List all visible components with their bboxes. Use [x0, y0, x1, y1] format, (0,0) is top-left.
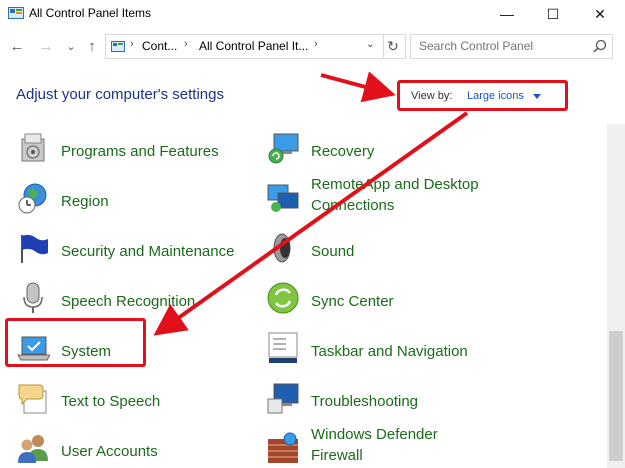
item-label: Security and Maintenance	[61, 243, 235, 260]
item-label: Sound	[311, 243, 355, 260]
view-by-annotation-box: View by: Large icons	[397, 80, 568, 111]
item-label: Speech Recognition	[61, 293, 196, 310]
search-box[interactable]	[410, 34, 613, 59]
item-label: Windows Defender Firewall	[311, 424, 438, 466]
item-region[interactable]: Region	[16, 181, 246, 221]
refresh-button[interactable]: ↻	[381, 34, 406, 59]
page-title: Adjust your computer's settings	[16, 86, 224, 103]
vertical-scrollbar[interactable]	[607, 124, 625, 468]
item-taskbar-and-navigation[interactable]: Taskbar and Navigation	[266, 331, 596, 371]
item-programs-and-features[interactable]: Programs and Features	[16, 131, 246, 171]
item-label-line1: Windows Defender	[311, 426, 438, 443]
system-annotation-box	[5, 318, 146, 367]
sync-icon	[267, 282, 299, 314]
item-label-line2: Firewall	[311, 447, 363, 464]
forward-button[interactable]: →	[37, 37, 55, 55]
control-panel-icon	[111, 41, 125, 52]
items-list: Programs and Features Region Security an…	[0, 124, 607, 468]
item-label: Programs and Features	[61, 143, 219, 160]
back-button[interactable]: ←	[8, 37, 26, 55]
breadcrumb-all-items[interactable]: All Control Panel It...	[199, 39, 308, 53]
breadcrumb-separator: ›	[130, 38, 134, 50]
search-input[interactable]	[411, 35, 594, 56]
item-recovery[interactable]: Recovery	[266, 131, 596, 171]
breadcrumb-control-panel[interactable]: Cont...	[142, 39, 177, 53]
item-sync-center[interactable]: Sync Center	[266, 281, 596, 321]
item-label: Region	[61, 193, 109, 210]
item-windows-defender-firewall[interactable]: Windows Defender Firewall	[266, 424, 596, 468]
item-security-and-maintenance[interactable]: Security and Maintenance	[16, 231, 246, 271]
item-user-accounts[interactable]: User Accounts	[16, 431, 246, 468]
item-text-to-speech[interactable]: Text to Speech	[16, 381, 246, 421]
recent-locations-button[interactable]: ⌄	[62, 37, 80, 55]
close-button[interactable]: ✕	[577, 0, 623, 28]
item-label: Text to Speech	[61, 393, 161, 410]
programs-features-icon	[21, 133, 45, 162]
item-label: Taskbar and Navigation	[311, 343, 468, 360]
breadcrumb-separator: ›	[184, 38, 188, 50]
item-label: Sync Center	[311, 293, 394, 310]
title-bar: All Control Panel Items — ☐ ✕	[0, 0, 625, 28]
address-field[interactable]: › Cont... › All Control Panel It... › ⌄	[105, 34, 384, 59]
speaker-icon	[273, 233, 291, 263]
item-label: User Accounts	[61, 443, 158, 460]
address-bar-row: ← → ⌄ ↑ › Cont... › All Control Panel It…	[0, 31, 625, 61]
microphone-icon	[23, 282, 43, 313]
item-label: Troubleshooting	[311, 393, 419, 410]
item-label: Recovery	[311, 143, 375, 160]
flag-icon	[21, 234, 48, 263]
up-button[interactable]: ↑	[83, 37, 101, 55]
control-panel-icon	[8, 7, 24, 19]
item-troubleshooting[interactable]: Troubleshooting	[266, 381, 596, 421]
region-globe-clock-icon	[18, 183, 47, 214]
remoteapp-icon	[267, 184, 299, 212]
item-speech-recognition[interactable]: Speech Recognition	[16, 281, 246, 321]
users-icon	[18, 435, 48, 463]
breadcrumb-separator: ›	[314, 38, 318, 50]
scrollbar-thumb[interactable]	[609, 331, 623, 461]
item-remoteapp-and-desktop-connections[interactable]: RemoteApp and Desktop Connections	[266, 174, 596, 218]
view-by-label: View by:	[411, 90, 453, 102]
item-label: RemoteApp and Desktop Connections	[311, 174, 479, 216]
item-label-line1: RemoteApp and Desktop	[311, 176, 479, 193]
taskbar-icon	[268, 332, 298, 363]
minimize-button[interactable]: —	[484, 0, 530, 28]
address-dropdown-icon[interactable]: ⌄	[366, 39, 374, 50]
maximize-button[interactable]: ☐	[530, 0, 576, 28]
item-sound[interactable]: Sound	[266, 231, 596, 271]
recovery-icon	[268, 133, 299, 164]
arrow-to-view-by	[320, 71, 396, 103]
window-title: All Control Panel Items	[29, 6, 152, 20]
chevron-down-icon[interactable]	[533, 94, 541, 99]
firewall-icon	[268, 432, 298, 463]
troubleshooting-icon	[267, 383, 299, 414]
view-by-dropdown[interactable]: Large icons	[467, 90, 524, 102]
search-icon[interactable]	[593, 39, 607, 53]
speech-bubble-icon	[18, 384, 47, 414]
item-label-line2: Connections	[311, 197, 395, 214]
